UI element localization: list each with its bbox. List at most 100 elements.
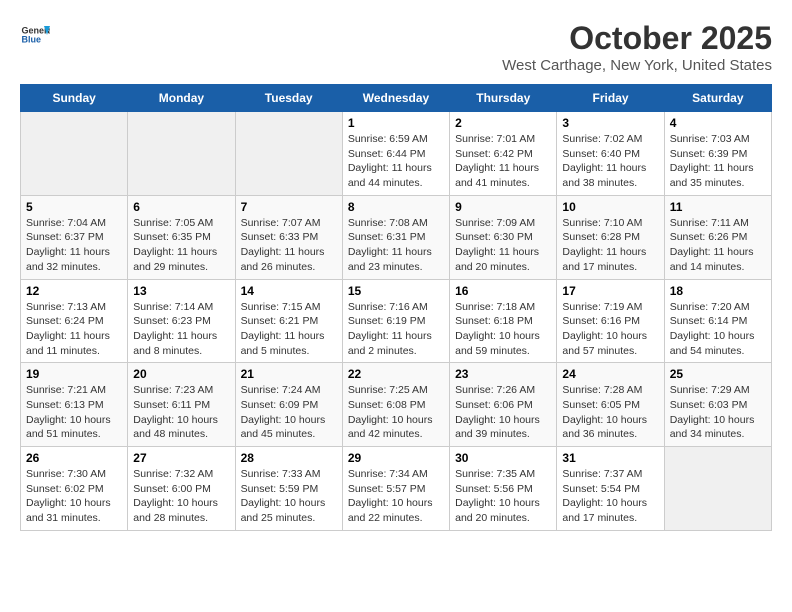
day-number: 22 xyxy=(348,367,444,381)
day-info: Sunrise: 7:13 AM Sunset: 6:24 PM Dayligh… xyxy=(26,300,122,359)
calendar-cell: 13 Sunrise: 7:14 AM Sunset: 6:23 PM Dayli… xyxy=(128,279,235,363)
day-info: Sunrise: 7:05 AM Sunset: 6:35 PM Dayligh… xyxy=(133,216,229,275)
day-number: 10 xyxy=(562,200,658,214)
header-thursday: Thursday xyxy=(450,85,557,112)
day-info: Sunrise: 7:19 AM Sunset: 6:16 PM Dayligh… xyxy=(562,300,658,359)
calendar-cell: 8Sunrise: 7:08 AM Sunset: 6:31 PM Daylig… xyxy=(342,195,449,279)
day-number: 18 xyxy=(670,284,766,298)
day-info: Sunrise: 7:26 AM Sunset: 6:06 PM Dayligh… xyxy=(455,383,551,442)
day-number: 11 xyxy=(670,200,766,214)
day-number: 9 xyxy=(455,200,551,214)
calendar-cell: 7 Sunrise: 7:07 AM Sunset: 6:33 PM Daylig… xyxy=(235,195,342,279)
calendar-cell: 12 Sunrise: 7:13 AM Sunset: 6:24 PM Dayli… xyxy=(21,279,128,363)
day-info: Sunrise: 7:10 AM Sunset: 6:28 PM Dayligh… xyxy=(562,216,658,275)
day-number: 2 xyxy=(455,116,551,130)
calendar-cell: 22 Sunrise: 7:25 AM Sunset: 6:08 PM Dayli… xyxy=(342,363,449,447)
day-number: 15 xyxy=(348,284,444,298)
day-info: Sunrise: 7:37 AM Sunset: 5:54 PM Dayligh… xyxy=(562,467,658,526)
day-number: 6 xyxy=(133,200,229,214)
day-info: Sunrise: 7:01 AM Sunset: 6:42 PM Dayligh… xyxy=(455,132,551,191)
day-number: 17 xyxy=(562,284,658,298)
page-header: General Blue October 2025 West Carthage,… xyxy=(20,20,772,74)
calendar-cell: 5 Sunrise: 7:04 AM Sunset: 6:37 PM Daylig… xyxy=(21,195,128,279)
calendar-cell: 16 Sunrise: 7:18 AM Sunset: 6:18 PM Dayli… xyxy=(450,279,557,363)
calendar-cell: 21Sunrise: 7:24 AM Sunset: 6:09 PM Dayli… xyxy=(235,363,342,447)
calendar-cell: 26 Sunrise: 7:30 AM Sunset: 6:02 PM Dayli… xyxy=(21,447,128,531)
day-number: 4 xyxy=(670,116,766,130)
day-number: 5 xyxy=(26,200,122,214)
calendar-cell: 3 Sunrise: 7:02 AM Sunset: 6:40 PM Daylig… xyxy=(557,112,664,196)
day-number: 14 xyxy=(241,284,337,298)
day-number: 12 xyxy=(26,284,122,298)
calendar-cell: 14 Sunrise: 7:15 AM Sunset: 6:21 PM Dayli… xyxy=(235,279,342,363)
day-info: Sunrise: 6:59 AM Sunset: 6:44 PM Dayligh… xyxy=(348,132,444,191)
location: West Carthage, New York, United States xyxy=(502,57,772,74)
header-friday: Friday xyxy=(557,85,664,112)
day-info: Sunrise: 7:30 AM Sunset: 6:02 PM Dayligh… xyxy=(26,467,122,526)
calendar-cell: 31 Sunrise: 7:37 AM Sunset: 5:54 PM Dayli… xyxy=(557,447,664,531)
day-number: 28 xyxy=(241,451,337,465)
day-info: Sunrise: 7:25 AM Sunset: 6:08 PM Dayligh… xyxy=(348,383,444,442)
day-info: Sunrise: 7:29 AM Sunset: 6:03 PM Dayligh… xyxy=(670,383,766,442)
day-info: Sunrise: 7:14 AM Sunset: 6:23 PM Dayligh… xyxy=(133,300,229,359)
calendar-cell: 28Sunrise: 7:33 AM Sunset: 5:59 PM Dayli… xyxy=(235,447,342,531)
calendar-cell: 27 Sunrise: 7:32 AM Sunset: 6:00 PM Dayli… xyxy=(128,447,235,531)
day-number: 23 xyxy=(455,367,551,381)
header-tuesday: Tuesday xyxy=(235,85,342,112)
calendar-cell: 9Sunrise: 7:09 AM Sunset: 6:30 PM Daylig… xyxy=(450,195,557,279)
calendar-cell: 24Sunrise: 7:28 AM Sunset: 6:05 PM Dayli… xyxy=(557,363,664,447)
calendar-cell: 30 Sunrise: 7:35 AM Sunset: 5:56 PM Dayli… xyxy=(450,447,557,531)
calendar-cell xyxy=(21,112,128,196)
calendar-cell xyxy=(664,447,771,531)
week-row-4: 19Sunrise: 7:21 AM Sunset: 6:13 PM Dayli… xyxy=(21,363,772,447)
day-info: Sunrise: 7:15 AM Sunset: 6:21 PM Dayligh… xyxy=(241,300,337,359)
logo: General Blue xyxy=(20,20,50,50)
day-info: Sunrise: 7:04 AM Sunset: 6:37 PM Dayligh… xyxy=(26,216,122,275)
day-number: 29 xyxy=(348,451,444,465)
day-number: 1 xyxy=(348,116,444,130)
day-number: 7 xyxy=(241,200,337,214)
calendar-cell: 1 Sunrise: 6:59 AM Sunset: 6:44 PM Daylig… xyxy=(342,112,449,196)
day-number: 31 xyxy=(562,451,658,465)
day-number: 19 xyxy=(26,367,122,381)
day-number: 25 xyxy=(670,367,766,381)
day-number: 16 xyxy=(455,284,551,298)
calendar-cell: 4 Sunrise: 7:03 AM Sunset: 6:39 PM Daylig… xyxy=(664,112,771,196)
week-row-2: 5 Sunrise: 7:04 AM Sunset: 6:37 PM Daylig… xyxy=(21,195,772,279)
day-number: 24 xyxy=(562,367,658,381)
calendar-cell: 23 Sunrise: 7:26 AM Sunset: 6:06 PM Dayli… xyxy=(450,363,557,447)
day-info: Sunrise: 7:08 AM Sunset: 6:31 PM Dayligh… xyxy=(348,216,444,275)
day-info: Sunrise: 7:03 AM Sunset: 6:39 PM Dayligh… xyxy=(670,132,766,191)
calendar-header-row: SundayMondayTuesdayWednesdayThursdayFrid… xyxy=(21,85,772,112)
day-info: Sunrise: 7:20 AM Sunset: 6:14 PM Dayligh… xyxy=(670,300,766,359)
day-info: Sunrise: 7:11 AM Sunset: 6:26 PM Dayligh… xyxy=(670,216,766,275)
week-row-1: 1 Sunrise: 6:59 AM Sunset: 6:44 PM Daylig… xyxy=(21,112,772,196)
day-number: 26 xyxy=(26,451,122,465)
week-row-5: 26 Sunrise: 7:30 AM Sunset: 6:02 PM Dayli… xyxy=(21,447,772,531)
header-wednesday: Wednesday xyxy=(342,85,449,112)
day-info: Sunrise: 7:02 AM Sunset: 6:40 PM Dayligh… xyxy=(562,132,658,191)
calendar-cell: 15 Sunrise: 7:16 AM Sunset: 6:19 PM Dayli… xyxy=(342,279,449,363)
calendar-cell xyxy=(235,112,342,196)
calendar-cell: 11 Sunrise: 7:11 AM Sunset: 6:26 PM Dayli… xyxy=(664,195,771,279)
day-number: 27 xyxy=(133,451,229,465)
calendar-cell: 25 Sunrise: 7:29 AM Sunset: 6:03 PM Dayli… xyxy=(664,363,771,447)
week-row-3: 12 Sunrise: 7:13 AM Sunset: 6:24 PM Dayli… xyxy=(21,279,772,363)
calendar-cell: 10 Sunrise: 7:10 AM Sunset: 6:28 PM Dayli… xyxy=(557,195,664,279)
title-block: October 2025 West Carthage, New York, Un… xyxy=(502,20,772,74)
day-info: Sunrise: 7:34 AM Sunset: 5:57 PM Dayligh… xyxy=(348,467,444,526)
header-monday: Monday xyxy=(128,85,235,112)
calendar-cell: 19Sunrise: 7:21 AM Sunset: 6:13 PM Dayli… xyxy=(21,363,128,447)
day-number: 13 xyxy=(133,284,229,298)
day-info: Sunrise: 7:35 AM Sunset: 5:56 PM Dayligh… xyxy=(455,467,551,526)
calendar-cell: 6 Sunrise: 7:05 AM Sunset: 6:35 PM Daylig… xyxy=(128,195,235,279)
header-saturday: Saturday xyxy=(664,85,771,112)
day-info: Sunrise: 7:32 AM Sunset: 6:00 PM Dayligh… xyxy=(133,467,229,526)
day-number: 3 xyxy=(562,116,658,130)
day-number: 30 xyxy=(455,451,551,465)
day-info: Sunrise: 7:07 AM Sunset: 6:33 PM Dayligh… xyxy=(241,216,337,275)
day-info: Sunrise: 7:18 AM Sunset: 6:18 PM Dayligh… xyxy=(455,300,551,359)
day-info: Sunrise: 7:16 AM Sunset: 6:19 PM Dayligh… xyxy=(348,300,444,359)
day-info: Sunrise: 7:24 AM Sunset: 6:09 PM Dayligh… xyxy=(241,383,337,442)
logo-icon: General Blue xyxy=(20,20,50,50)
